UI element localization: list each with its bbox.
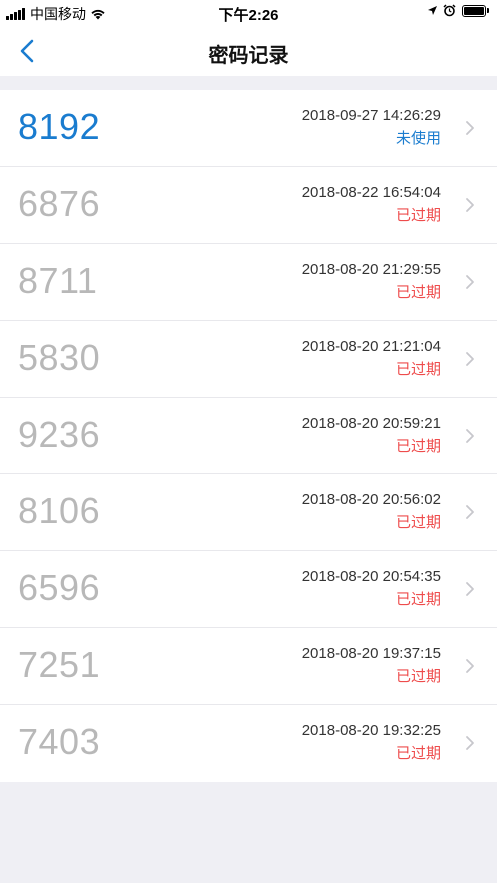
record-row[interactable]: 8106 2018-08-20 20:56:02 已过期 <box>0 474 497 552</box>
record-row[interactable]: 7251 2018-08-20 19:37:15 已过期 <box>0 628 497 706</box>
record-row[interactable]: 6876 2018-08-22 16:54:04 已过期 <box>0 167 497 244</box>
chevron-right-icon <box>466 351 474 366</box>
record-status: 已过期 <box>395 591 441 609</box>
record-status: 未使用 <box>395 130 441 147</box>
record-row[interactable]: 8711 2018-08-20 21:29:55 已过期 <box>0 244 497 321</box>
record-info: 2018-09-27 14:26:29 未使用 <box>302 107 441 148</box>
password-record-list: 8192 2018-09-27 14:26:29 未使用 6876 2018-0… <box>0 90 497 783</box>
record-info: 2018-08-20 19:32:25 已过期 <box>302 722 441 763</box>
record-status: 已过期 <box>395 206 441 224</box>
chevron-right-icon <box>466 736 474 751</box>
chevron-right-icon <box>466 121 474 135</box>
password-code: 9236 <box>18 413 101 455</box>
password-code: 5830 <box>18 336 101 378</box>
password-code: 7251 <box>18 644 101 686</box>
record-info: 2018-08-20 20:54:35 已过期 <box>302 568 441 609</box>
password-code: 7403 <box>18 721 101 763</box>
record-status: 已过期 <box>395 437 441 455</box>
record-status: 已过期 <box>395 514 441 532</box>
record-timestamp: 2018-08-22 16:54:04 <box>301 183 441 201</box>
password-code: 8711 <box>18 259 98 301</box>
status-bar: 中国移动 下午2:26 <box>0 0 497 26</box>
battery-icon <box>462 4 489 17</box>
location-arrow-icon <box>428 6 437 15</box>
record-status: 已过期 <box>395 360 441 378</box>
record-status: 已过期 <box>395 668 441 686</box>
record-status: 已过期 <box>395 283 441 301</box>
record-info: 2018-08-20 20:59:21 已过期 <box>302 415 441 456</box>
record-timestamp: 2018-09-27 14:26:29 <box>301 107 441 124</box>
alarm-clock-icon <box>443 4 456 17</box>
record-timestamp: 2018-08-20 19:32:25 <box>301 722 441 740</box>
navigation-bar: 密码记录 <box>0 26 497 76</box>
record-row[interactable]: 7403 2018-08-20 19:32:25 已过期 <box>0 705 497 782</box>
record-row[interactable]: 9236 2018-08-20 20:59:21 已过期 <box>0 398 497 475</box>
record-info: 2018-08-20 20:56:02 已过期 <box>302 491 441 532</box>
record-row[interactable]: 6596 2018-08-20 20:54:35 已过期 <box>0 551 497 629</box>
record-info: 2018-08-20 21:29:55 已过期 <box>302 261 441 302</box>
record-status: 已过期 <box>395 745 441 763</box>
chevron-right-icon <box>466 428 474 443</box>
password-code: 8192 <box>18 106 101 147</box>
password-code: 6876 <box>18 182 101 224</box>
record-row[interactable]: 8192 2018-09-27 14:26:29 未使用 <box>0 90 497 167</box>
chevron-right-icon <box>466 582 474 597</box>
chevron-right-icon <box>466 505 474 520</box>
record-timestamp: 2018-08-20 20:54:35 <box>301 568 441 586</box>
record-timestamp: 2018-08-20 20:56:02 <box>301 491 441 509</box>
password-code: 8106 <box>18 490 101 532</box>
chevron-right-icon <box>466 197 474 212</box>
record-info: 2018-08-20 21:21:04 已过期 <box>302 338 441 379</box>
record-timestamp: 2018-08-20 21:29:55 <box>301 260 441 278</box>
record-timestamp: 2018-08-20 21:21:04 <box>301 337 441 355</box>
record-timestamp: 2018-08-20 19:37:15 <box>301 645 441 663</box>
status-right <box>422 4 489 17</box>
page-title: 密码记录 <box>208 45 289 67</box>
password-code: 6596 <box>18 567 101 609</box>
record-row[interactable]: 5830 2018-08-20 21:21:04 已过期 <box>0 321 497 398</box>
chevron-right-icon <box>466 659 474 674</box>
record-info: 2018-08-22 16:54:04 已过期 <box>302 184 441 225</box>
chevron-right-icon <box>466 274 474 289</box>
record-timestamp: 2018-08-20 20:59:21 <box>301 414 441 432</box>
record-info: 2018-08-20 19:37:15 已过期 <box>302 645 441 686</box>
